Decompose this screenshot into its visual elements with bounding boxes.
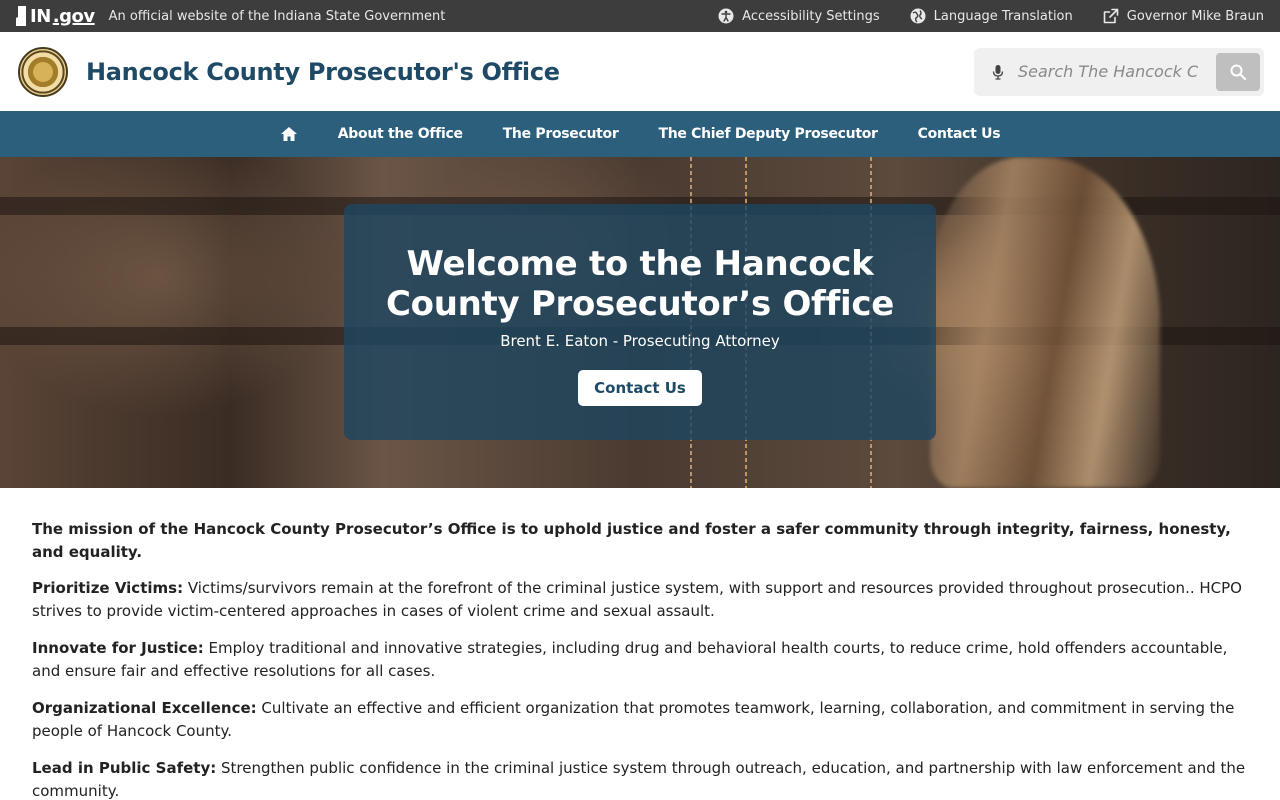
ingov-logo-in: IN bbox=[30, 5, 51, 27]
microphone-icon[interactable] bbox=[990, 64, 1006, 80]
hero-card: Welcome to the Hancock County Prosecutor… bbox=[344, 204, 936, 440]
accessibility-settings-label: Accessibility Settings bbox=[742, 8, 880, 24]
hero-subtitle: Brent E. Eaton - Prosecuting Attorney bbox=[500, 332, 780, 350]
globe-icon bbox=[910, 8, 926, 24]
indiana-state-icon bbox=[16, 6, 26, 26]
goal-public-safety: Lead in Public Safety: Strengthen public… bbox=[32, 757, 1248, 800]
goal-innovate-justice: Innovate for Justice: Employ traditional… bbox=[32, 637, 1248, 682]
search-icon bbox=[1230, 64, 1247, 80]
lady-justice-statue-image bbox=[930, 157, 1160, 488]
goal-heading: Lead in Public Safety: bbox=[32, 759, 217, 777]
goal-organizational-excellence: Organizational Excellence: Cultivate an … bbox=[32, 697, 1248, 742]
search-input[interactable] bbox=[1018, 53, 1216, 90]
goal-text: Employ traditional and innovative strate… bbox=[32, 639, 1228, 680]
mission-content: The mission of the Hancock County Prosec… bbox=[0, 488, 1280, 800]
goal-prioritize-victims: Prioritize Victims: Victims/survivors re… bbox=[32, 577, 1248, 622]
county-seal-icon[interactable] bbox=[18, 46, 68, 97]
nav-item-prosecutor[interactable]: The Prosecutor bbox=[503, 126, 619, 142]
goal-heading: Organizational Excellence: bbox=[32, 699, 257, 717]
accessibility-icon bbox=[718, 8, 734, 24]
accessibility-settings-link[interactable]: Accessibility Settings bbox=[718, 8, 880, 24]
search-box bbox=[974, 47, 1264, 96]
hero-banner: Welcome to the Hancock County Prosecutor… bbox=[0, 157, 1280, 488]
governor-link-label: Governor Mike Braun bbox=[1126, 8, 1264, 24]
home-icon[interactable] bbox=[280, 125, 298, 143]
mission-statement: The mission of the Hancock County Prosec… bbox=[32, 520, 1231, 561]
nav-item-chief-deputy[interactable]: The Chief Deputy Prosecutor bbox=[658, 126, 877, 142]
governor-link[interactable]: Governor Mike Braun bbox=[1103, 8, 1264, 24]
goal-heading: Innovate for Justice: bbox=[32, 639, 204, 657]
ingov-logo-gov: .gov bbox=[52, 5, 95, 27]
nav-item-contact[interactable]: Contact Us bbox=[918, 126, 1001, 142]
official-website-text: An official website of the Indiana State… bbox=[108, 8, 446, 24]
language-translation-label: Language Translation bbox=[933, 8, 1073, 24]
main-nav: About the Office The Prosecutor The Chie… bbox=[0, 111, 1280, 157]
goal-text: Victims/survivors remain at the forefron… bbox=[32, 579, 1242, 620]
hero-contact-button[interactable]: Contact Us bbox=[578, 370, 702, 406]
state-topbar: IN .gov An official website of the Indian… bbox=[0, 0, 1280, 32]
hero-title: Welcome to the Hancock County Prosecutor… bbox=[385, 244, 895, 324]
goal-heading: Prioritize Victims: bbox=[32, 579, 184, 597]
search-button[interactable] bbox=[1216, 52, 1260, 91]
topbar-links: Accessibility Settings Language Translat… bbox=[718, 8, 1264, 24]
nav-item-about[interactable]: About the Office bbox=[338, 126, 463, 142]
language-translation-link[interactable]: Language Translation bbox=[910, 8, 1073, 24]
ingov-logo[interactable]: IN .gov bbox=[16, 6, 95, 27]
site-title[interactable]: Hancock County Prosecutor's Office bbox=[86, 58, 560, 86]
external-link-icon bbox=[1103, 8, 1119, 24]
site-header: Hancock County Prosecutor's Office bbox=[0, 32, 1280, 111]
